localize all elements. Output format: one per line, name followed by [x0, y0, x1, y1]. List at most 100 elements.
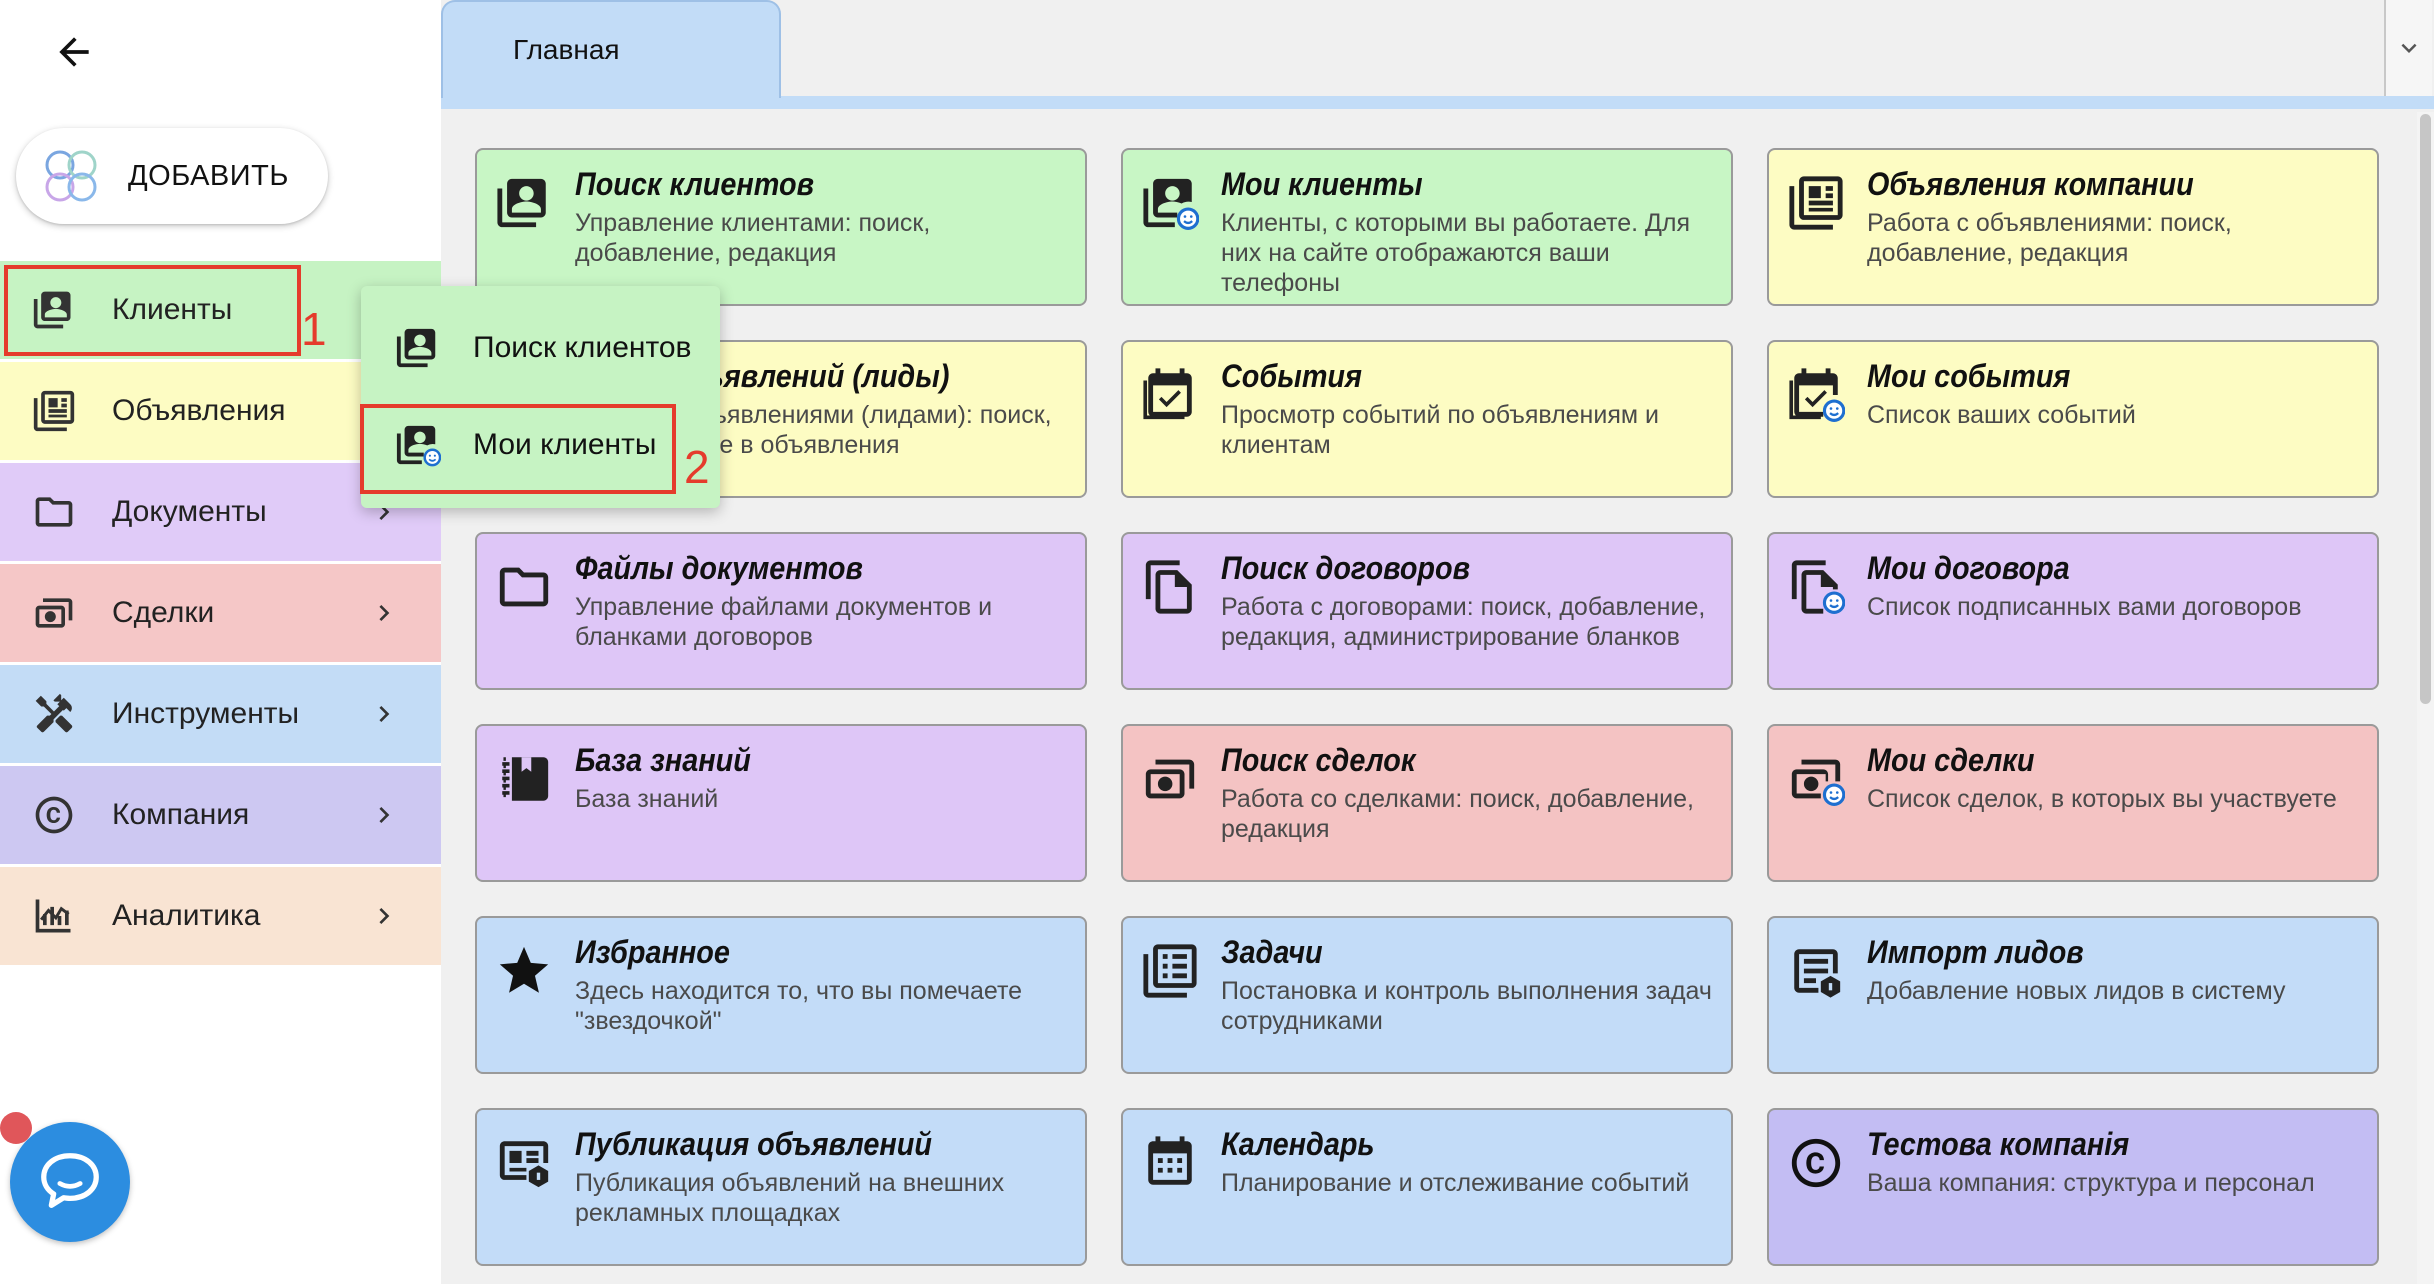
card-deal-search[interactable]: Поиск сделок Работа со сделками: поиск, … [1121, 724, 1733, 882]
listing-icon [1789, 176, 1843, 230]
submenu-item-client-search[interactable]: Поиск клиентов [361, 300, 720, 396]
tab-label: Главная [513, 34, 620, 65]
card-my-contracts[interactable]: Мои договора Список подписанных вами дог… [1767, 532, 2379, 690]
event-icon [1143, 368, 1192, 420]
card-title: Избранное [575, 934, 730, 970]
chat-icon [41, 1153, 99, 1208]
step-number-1: 1 [301, 303, 327, 355]
card-favorites[interactable]: Избранное Здесь находится то, что вы пом… [475, 916, 1087, 1074]
card-company-listings[interactable]: Объявления компании Работа с объявлениям… [1767, 148, 2379, 306]
card-company[interactable]: Тестова компанія Ваша компания: структур… [1767, 1108, 2379, 1266]
card-description: Добавление новых лидов в систему [1867, 977, 2286, 1005]
sidebar-item-label: Объявления [112, 394, 286, 427]
card-tasks[interactable]: Задачи Постановка и контроль выполнения … [1121, 916, 1733, 1074]
card-title: Поиск договоров [1221, 550, 1471, 586]
card-title: Мои сделки [1867, 742, 2035, 778]
chevron-right-icon [379, 706, 390, 722]
card-title: Публикация объявлений [575, 1126, 932, 1162]
highlight-box-step-2 [360, 404, 676, 494]
card-contract-search[interactable]: Поиск договоров Работа с договорами: пои… [1121, 532, 1733, 690]
chevron-right-icon [379, 908, 390, 924]
card-description: Планирование и отслеживание событий [1221, 1169, 1690, 1197]
card-description: Публикация объявлений на внешних рекламн… [575, 1169, 1005, 1227]
submenu-item-label: Поиск клиентов [473, 331, 692, 364]
card-lead-import[interactable]: Импорт лидов Добавление новых лидов в си… [1767, 916, 2379, 1074]
scrollbar-thumb[interactable] [2420, 114, 2431, 704]
chevron-right-icon [379, 807, 390, 823]
folder-icon [499, 567, 549, 607]
tasks-icon [1143, 944, 1197, 998]
card-my-events[interactable]: Мои события Список ваших событий [1767, 340, 2379, 498]
card-title: Мои договора [1867, 550, 2070, 586]
analytics-icon [35, 899, 71, 933]
card-calendar[interactable]: Календарь Планирование и отслеживание со… [1121, 1108, 1733, 1266]
tab-home[interactable]: Главная [441, 0, 781, 98]
card-description: Постановка и контроль выполнения задач с… [1221, 977, 1712, 1035]
card-description: Управление клиентами: поиск, добавление,… [575, 209, 931, 267]
card-description: Список ваших событий [1867, 401, 2136, 429]
card-listing-publication[interactable]: Публикация объявлений Публикация объявле… [475, 1108, 1087, 1266]
card-description: Работа со сделками: поиск, добавление, р… [1221, 785, 1694, 843]
sidebar-item-tools[interactable]: Инструменты [0, 665, 441, 766]
card-title: Файлы документов [575, 550, 863, 586]
card-description: Здесь находится то, что вы помечаете "зв… [575, 977, 1023, 1035]
card-events[interactable]: События Просмотр событий по объявлениям … [1121, 340, 1733, 498]
sidebar-item-label: Инструменты [112, 697, 300, 730]
publish-icon [499, 1141, 549, 1188]
add-button-label: ДОБАВИТЬ [128, 159, 289, 192]
card-title: Поиск клиентов [575, 166, 814, 202]
card-client-search[interactable]: Поиск клиентов Управление клиентами: пои… [475, 148, 1087, 306]
sidebar-item-label: Аналитика [112, 899, 261, 932]
sidebar-item-label: Компания [112, 798, 250, 831]
import-icon [1794, 949, 1841, 998]
card-title: База знаний [575, 742, 751, 778]
card-title: Мои клиенты [1221, 166, 1423, 202]
chevron-down-icon [2401, 43, 2417, 53]
tools-icon [35, 693, 73, 733]
notebook-icon [502, 757, 549, 801]
card-description: База знаний [575, 785, 719, 813]
card-description: Список подписанных вами договоров [1867, 593, 2302, 621]
copyright-icon [1791, 1138, 1841, 1188]
my-document-icon [1791, 560, 1845, 614]
card-my-clients[interactable]: Мои клиенты Клиенты, с которыми вы работ… [1121, 148, 1733, 306]
sidebar-item-analytics[interactable]: Аналитика [0, 867, 441, 968]
contacts-icon [497, 178, 546, 228]
chat-button[interactable] [10, 1122, 130, 1242]
document-copy-icon [1145, 560, 1192, 614]
listing-icon [33, 390, 75, 432]
my-event-icon [1789, 368, 1845, 422]
card-title: Задачи [1221, 934, 1323, 970]
card-knowledge-base[interactable]: База знаний База знаний [475, 724, 1087, 882]
card-description: Клиенты, с которыми вы работаете. Для ни… [1221, 209, 1691, 297]
highlight-box-step-1 [4, 265, 301, 356]
my-money-icon [1791, 759, 1845, 806]
sidebar-item-label: Сделки [112, 596, 215, 629]
card-document-files[interactable]: Файлы документов Управление файлами доку… [475, 532, 1087, 690]
star-icon [499, 946, 549, 993]
sidebar-item-company[interactable]: Компания [0, 766, 441, 867]
my-contacts-icon [1143, 178, 1199, 230]
card-title: События [1221, 358, 1362, 394]
card-description: Управление файлами документов и бланками… [575, 593, 993, 651]
contacts-icon [396, 328, 436, 368]
money-icon [1145, 759, 1195, 799]
card-my-deals[interactable]: Мои сделки Список сделок, в которых вы у… [1767, 724, 2379, 882]
add-button[interactable]: ДОБАВИТЬ [16, 128, 328, 224]
notification-dot [0, 1112, 32, 1144]
sidebar-item-deals[interactable]: Сделки [0, 564, 441, 665]
chevron-right-icon [379, 605, 390, 621]
back-button[interactable] [44, 22, 104, 82]
folder-icon [35, 497, 73, 527]
card-title: Импорт лидов [1867, 934, 2084, 970]
card-description: Работа с договорами: поиск, добавление, … [1221, 593, 1706, 651]
card-title: Календарь [1221, 1126, 1375, 1162]
card-title: Поиск сделок [1221, 742, 1416, 778]
sidebar-item-label: Документы [112, 495, 267, 528]
arrow-left-icon [59, 37, 89, 67]
tabs-dropdown-button[interactable] [2384, 0, 2432, 96]
card-description: Работа с объявлениями: поиск, добавление… [1867, 209, 2232, 267]
step-number-2: 2 [684, 441, 710, 493]
card-title: Мои события [1867, 358, 2071, 394]
calendar-icon [1148, 1136, 1192, 1185]
